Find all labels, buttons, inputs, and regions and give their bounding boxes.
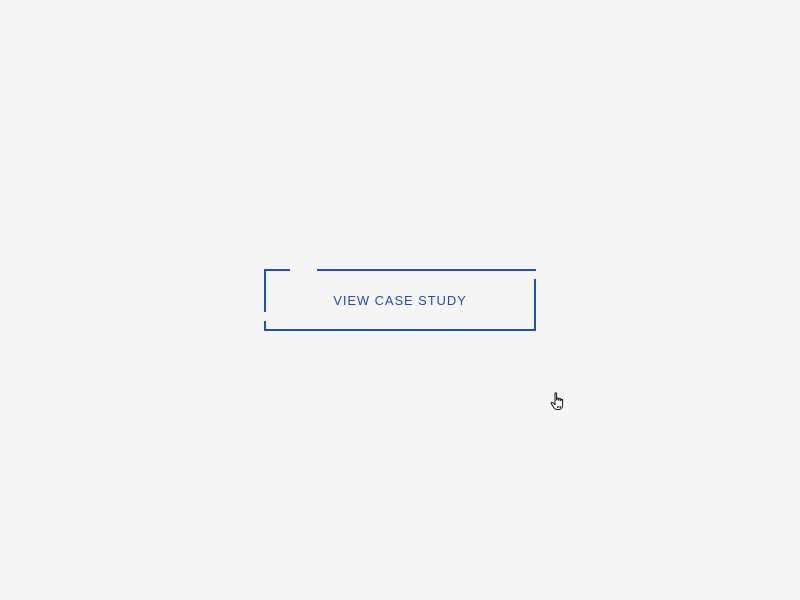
view-case-study-button[interactable]: VIEW CASE STUDY [264,269,536,331]
view-case-study-label: VIEW CASE STUDY [333,292,467,308]
page-canvas: VIEW CASE STUDY [0,0,800,600]
hand-pointer-icon [550,392,564,410]
